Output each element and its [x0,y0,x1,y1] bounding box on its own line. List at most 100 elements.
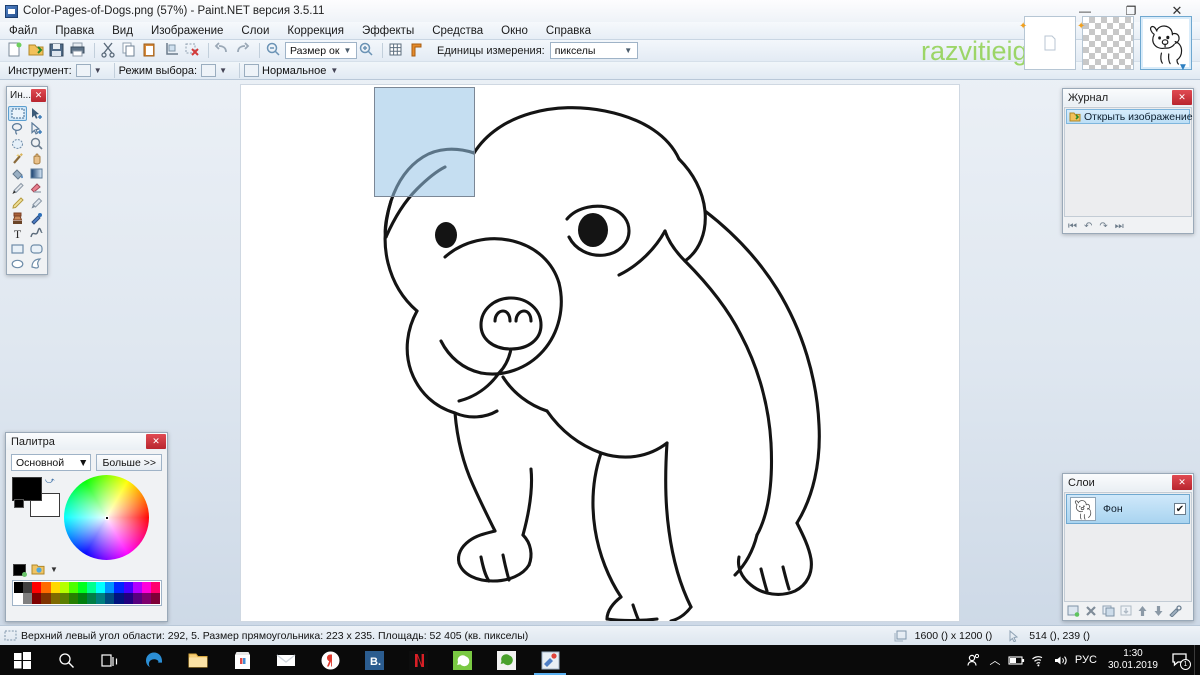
menu-file[interactable]: Файл [0,23,46,39]
menu-image[interactable]: Изображение [142,23,232,39]
move-selection-tool[interactable] [27,121,46,136]
cut-icon[interactable] [99,41,119,60]
yandex-browser-app[interactable] [308,645,352,675]
rectangle-selection-overlay[interactable] [374,87,475,197]
add-layer-button[interactable] [1067,605,1080,620]
swatch[interactable] [60,593,69,604]
swatch[interactable] [32,593,41,604]
file-explorer-app[interactable] [176,645,220,675]
people-icon[interactable] [962,645,984,675]
merge-layer-down-button[interactable] [1120,605,1132,620]
whatsapp-app[interactable] [440,645,484,675]
pan-tool[interactable] [27,151,46,166]
menu-adjustments[interactable]: Коррекция [278,23,353,39]
color-picker-tool[interactable] [27,196,46,211]
delete-layer-button[interactable] [1085,605,1097,620]
palette-file-icon[interactable] [31,563,45,576]
menu-edit[interactable]: Правка [46,23,103,39]
ellipse-shape-tool[interactable] [8,256,27,271]
swatch[interactable] [23,593,32,604]
swatch[interactable] [114,582,123,593]
vk-app[interactable]: B. [352,645,396,675]
wifi-icon[interactable] [1028,645,1050,675]
chevron-up-icon[interactable]: ︿ [984,645,1006,675]
swatch[interactable] [124,582,133,593]
swatch[interactable] [87,593,96,604]
task-view-button[interactable] [88,645,132,675]
swatch[interactable] [133,582,142,593]
clock[interactable]: 1:30 30.01.2019 [1100,648,1166,672]
open-icon[interactable] [27,41,47,60]
menu-effects[interactable]: Эффекты [353,23,423,39]
copy-icon[interactable] [120,41,140,60]
new-icon[interactable] [6,41,26,60]
chevron-down-icon[interactable]: ▼ [330,66,338,75]
notifications-icon[interactable]: 1 [1166,645,1194,675]
swap-colors-icon[interactable]: ⤻ [45,475,55,486]
magic-wand-tool[interactable] [8,151,27,166]
swatch[interactable] [32,582,41,593]
gradient-tool[interactable] [27,166,46,181]
show-desktop-button[interactable] [1194,645,1200,675]
image-canvas[interactable] [240,84,960,622]
zoom-tool[interactable] [27,136,46,151]
document-thumbnail-transparent[interactable]: ✦ [1082,16,1134,70]
history-item[interactable]: Открыть изображение [1066,109,1190,124]
lasso-select-tool[interactable] [8,121,27,136]
ellipse-select-tool[interactable] [8,136,27,151]
clipboard-app[interactable] [484,645,528,675]
menu-view[interactable]: Вид [103,23,142,39]
close-icon[interactable]: ✕ [1172,90,1192,105]
move-layer-up-button[interactable] [1137,605,1148,620]
primary-color-swatch[interactable] [12,477,42,501]
search-button[interactable] [44,645,88,675]
swatch[interactable] [41,582,50,593]
swatch[interactable] [51,582,60,593]
netflix-app[interactable] [396,645,440,675]
edge-app[interactable] [132,645,176,675]
swatch[interactable] [142,582,151,593]
rounded-rectangle-tool[interactable] [27,241,46,256]
redo-icon[interactable] [234,41,254,60]
mini-color-swatch[interactable] [14,499,24,508]
swatch[interactable] [133,593,142,604]
swatch[interactable] [151,593,160,604]
menu-layers[interactable]: Слои [232,23,278,39]
layers-panel-header[interactable]: Слои ✕ [1063,474,1193,491]
history-panel-header[interactable]: Журнал ✕ [1063,89,1193,106]
history-rewind-button[interactable]: ⏮ [1068,221,1077,232]
language-indicator[interactable]: РУС [1072,645,1100,675]
paste-icon[interactable] [141,41,161,60]
mail-app[interactable] [264,645,308,675]
layers-list[interactable]: Фон ✔ [1064,492,1192,602]
swatch[interactable] [23,582,32,593]
menu-window[interactable]: Окно [492,23,537,39]
layer-properties-button[interactable] [1169,605,1182,620]
rectangle-shape-tool[interactable] [8,241,27,256]
layer-visibility-checkbox[interactable]: ✔ [1174,503,1186,515]
swatch[interactable] [69,593,78,604]
microsoft-store-app[interactable] [220,645,264,675]
eraser-tool[interactable] [27,181,46,196]
close-icon[interactable]: ✕ [1172,475,1192,490]
paint-net-app[interactable] [528,645,572,675]
color-wheel[interactable] [64,475,149,560]
swatch[interactable] [69,582,78,593]
swatch[interactable] [78,582,87,593]
layer-row[interactable]: Фон ✔ [1066,494,1190,524]
text-tool[interactable]: T [8,226,27,241]
swatch[interactable] [51,593,60,604]
rulers-icon[interactable] [408,41,428,60]
save-icon[interactable] [48,41,68,60]
grid-icon[interactable] [387,41,407,60]
recolor-tool[interactable] [27,211,46,226]
volume-icon[interactable] [1050,645,1072,675]
history-redo-button[interactable]: ↷ [1099,221,1107,232]
history-list[interactable]: Открыть изображение [1064,107,1192,217]
swatch[interactable] [105,593,114,604]
paintbrush-tool[interactable] [8,181,27,196]
chevron-down-icon[interactable]: ▼ [50,565,58,574]
blend-mode-icon[interactable] [244,64,259,77]
units-combo[interactable]: пикселы ▼ [550,42,638,59]
swatch[interactable] [96,582,105,593]
